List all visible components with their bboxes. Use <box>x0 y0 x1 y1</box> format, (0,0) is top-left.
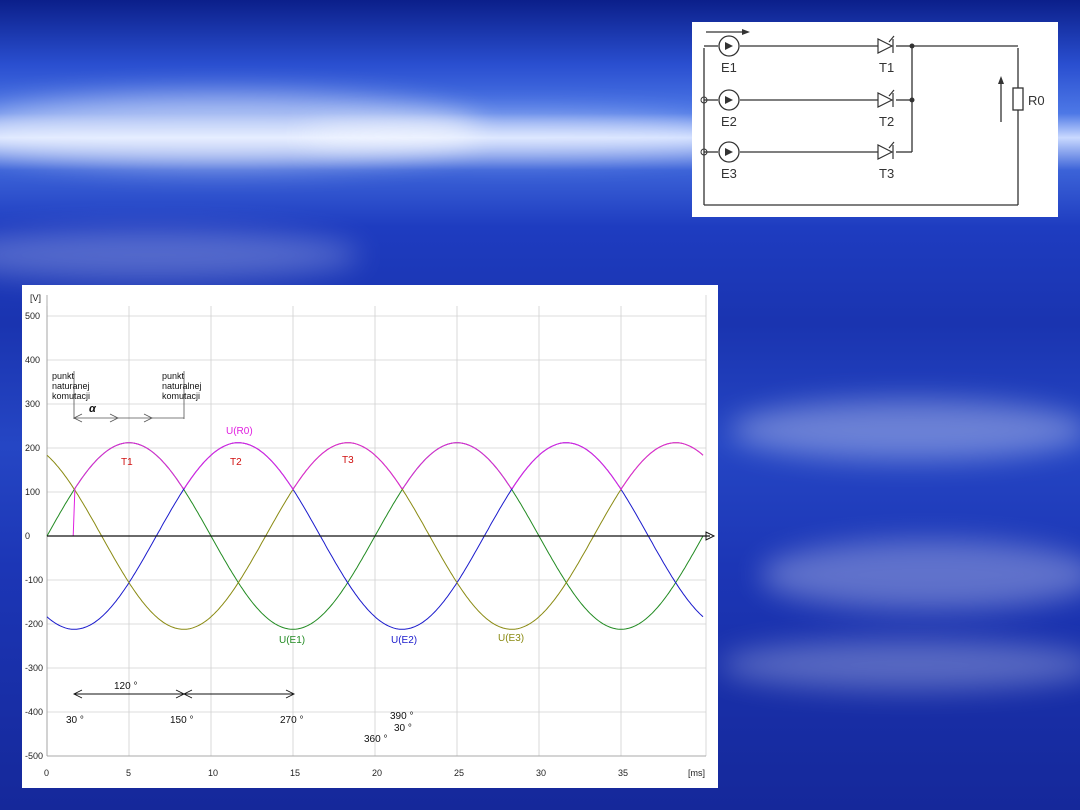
y-tick-label: 200 <box>25 443 40 453</box>
y-tick-label: 400 <box>25 355 40 365</box>
sky-cloud <box>300 115 720 155</box>
annotation-punkt2-line3: komutacji <box>162 391 200 401</box>
annotation-punkt1-line3: komutacji <box>52 391 90 401</box>
chart-grid <box>46 295 707 757</box>
x-unit-label: [ms] <box>688 768 705 778</box>
label-r0: R0 <box>1028 93 1045 108</box>
y-tick-label: -400 <box>25 707 43 717</box>
rectifier-circuit-diagram: E1 E2 E3 T1 T2 T3 R0 <box>692 22 1058 217</box>
x-tick-label: 10 <box>208 768 218 778</box>
y-tick-label: -100 <box>25 575 43 585</box>
x-tick-label: 15 <box>290 768 300 778</box>
ue1-label: U(E1) <box>279 635 305 646</box>
waveform-chart: 500 400 300 200 100 0 -100 -200 -300 -400 -500 0 5 1… <box>22 285 718 788</box>
annotation-punkt1-line1: punkt <box>52 371 75 381</box>
angle-390-label: 390 ° <box>390 711 413 722</box>
thyristor-t1-icon <box>877 35 895 54</box>
angle-150-label: 150 ° <box>170 715 193 726</box>
sky-cloud <box>730 400 1080 460</box>
x-axis-ticks: 0 5 10 15 20 25 30 35 <box>44 768 628 778</box>
x-tick-label: 0 <box>44 768 49 778</box>
x-tick-label: 5 <box>126 768 131 778</box>
angle-120-arrows <box>72 689 296 699</box>
y-tick-label: 300 <box>25 399 40 409</box>
angle-30-label: 30 ° <box>66 715 84 726</box>
y-axis-ticks: 500 400 300 200 100 0 -100 -200 -300 -400 -500 <box>25 311 43 761</box>
y-tick-label: -500 <box>25 751 43 761</box>
x-tick-label: 20 <box>372 768 382 778</box>
y-tick-label: 100 <box>25 487 40 497</box>
ue3-label: U(E3) <box>498 633 524 644</box>
label-e3: E3 <box>721 166 737 181</box>
alpha-label: α <box>89 403 97 415</box>
resistor-icon <box>1012 87 1024 111</box>
x-tick-label: 30 <box>536 768 546 778</box>
y-unit-label: [V] <box>30 293 41 303</box>
label-t2: T2 <box>879 114 894 129</box>
label-e2: E2 <box>721 114 737 129</box>
y-tick-label: -200 <box>25 619 43 629</box>
annotation-punkt1-line2: naturanej <box>52 381 90 391</box>
y-tick-label: -300 <box>25 663 43 673</box>
thyristor-t2-icon <box>877 89 895 108</box>
annotation-punkt2-line2: naturalnej <box>162 381 202 391</box>
ur0-label: U(R0) <box>226 426 253 437</box>
annotation-punkt2-line1: punkt <box>162 371 185 381</box>
x-tick-label: 25 <box>454 768 464 778</box>
ue2-label: U(E2) <box>391 635 417 646</box>
t2-label: T2 <box>230 457 242 468</box>
waveform-plot: 500 400 300 200 100 0 -100 -200 -300 -400 -500 0 5 1… <box>25 293 716 778</box>
sky-cloud <box>0 230 360 280</box>
label-e1: E1 <box>721 60 737 75</box>
thyristor-t3-icon <box>877 141 895 160</box>
y-tick-label: 500 <box>25 311 40 321</box>
y-tick-label: 0 <box>25 531 30 541</box>
sky-cloud <box>720 640 1080 690</box>
angle-120-label: 120 ° <box>114 681 137 692</box>
label-t3: T3 <box>879 166 894 181</box>
t3-label: T3 <box>342 455 354 466</box>
angle-270-label: 270 ° <box>280 715 303 726</box>
x-tick-label: 35 <box>618 768 628 778</box>
t1-label: T1 <box>121 457 133 468</box>
angle-360-label: 360 ° <box>364 734 387 745</box>
label-t1: T1 <box>879 60 894 75</box>
sky-cloud <box>760 540 1080 610</box>
circuit-schematic: E1 E2 E3 T1 T2 T3 R0 <box>700 29 1045 206</box>
angle-30b-label: 30 ° <box>394 723 412 734</box>
